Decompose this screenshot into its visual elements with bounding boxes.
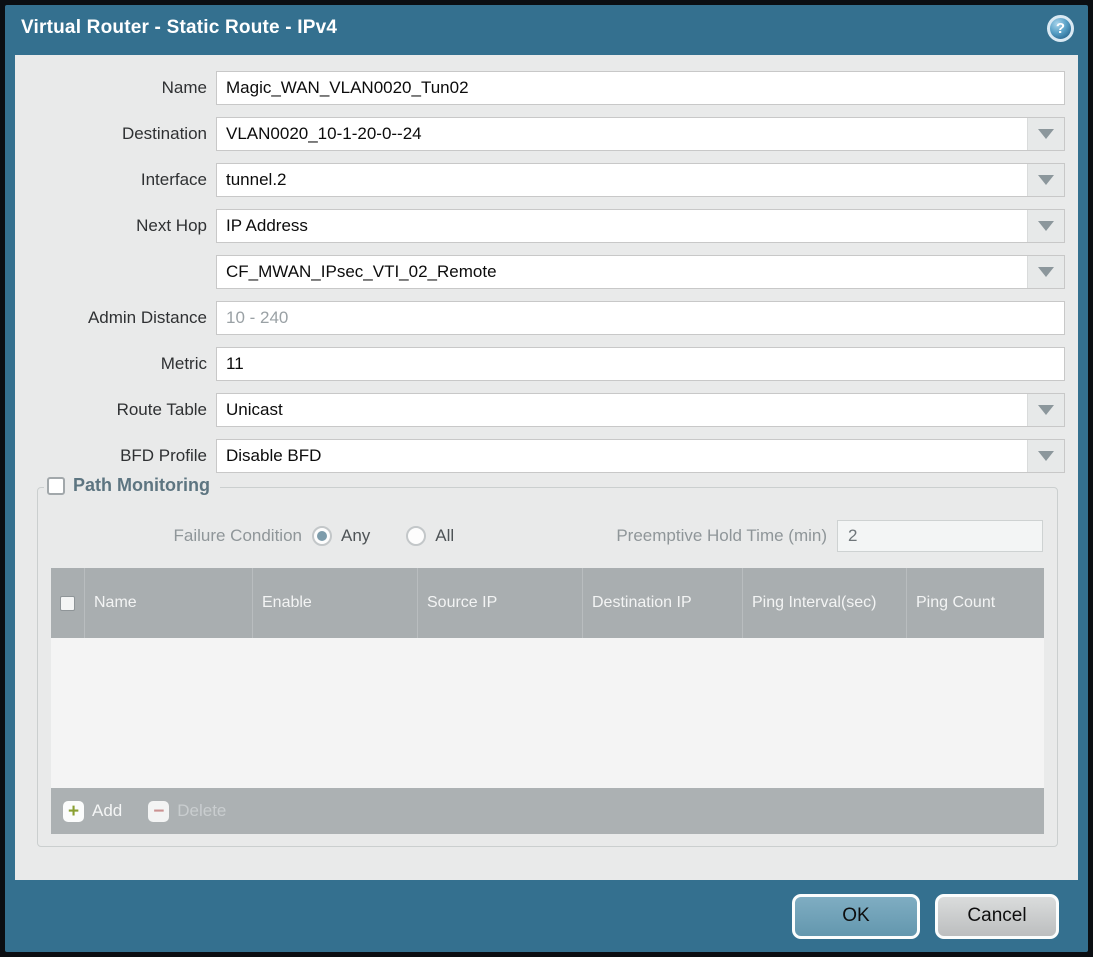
add-plus-icon: + (63, 801, 84, 822)
delete-button[interactable]: − Delete (148, 801, 226, 822)
column-header-source-ip: Source IP (418, 568, 583, 638)
radio-all-label: All (435, 526, 454, 546)
metric-input[interactable] (217, 348, 1064, 380)
metric-label: Metric (15, 354, 216, 374)
radio-option-all: All (406, 526, 454, 546)
admin-distance-input[interactable] (217, 302, 1064, 334)
next-hop-label: Next Hop (15, 216, 216, 236)
chevron-down-icon (1038, 221, 1054, 231)
table-header-row: Name Enable Source IP Destination IP Pin… (51, 568, 1044, 638)
help-icon[interactable]: ? (1047, 15, 1074, 42)
select-all-column (51, 568, 85, 638)
column-header-name: Name (85, 568, 253, 638)
destination-input[interactable] (217, 118, 1027, 150)
chevron-down-icon (1038, 405, 1054, 415)
next-hop-type-dropdown-button[interactable] (1027, 210, 1064, 242)
preemptive-hold-time-input[interactable] (837, 520, 1043, 552)
form-row-name: Name (15, 71, 1065, 105)
dialog-title: Virtual Router - Static Route - IPv4 (21, 17, 337, 39)
column-header-ping-count: Ping Count (907, 568, 1044, 638)
column-header-destination-ip: Destination IP (583, 568, 743, 638)
form-row-admin-distance: Admin Distance (15, 301, 1065, 335)
interface-field (216, 163, 1065, 197)
chevron-down-icon (1038, 175, 1054, 185)
form-row-metric: Metric (15, 347, 1065, 381)
interface-dropdown-button[interactable] (1027, 164, 1064, 196)
form-row-interface: Interface (15, 163, 1065, 197)
form-row-next-hop-address (15, 255, 1065, 289)
delete-button-label: Delete (177, 801, 226, 821)
form-row-bfd-profile: BFD Profile (15, 439, 1065, 473)
ok-button[interactable]: OK (792, 894, 920, 939)
dialog-footer: OK Cancel (5, 880, 1088, 952)
path-monitoring-title: Path Monitoring (73, 475, 210, 496)
path-monitoring-section: Path Monitoring Failure Condition Any Al… (37, 487, 1058, 847)
name-input[interactable] (217, 72, 1064, 104)
dialog-titlebar: Virtual Router - Static Route - IPv4 ? (5, 5, 1088, 51)
route-table-field (216, 393, 1065, 427)
cancel-button[interactable]: Cancel (935, 894, 1059, 939)
next-hop-type-input[interactable] (217, 210, 1027, 242)
path-monitoring-table: Name Enable Source IP Destination IP Pin… (51, 568, 1044, 834)
route-table-label: Route Table (15, 400, 216, 420)
bfd-profile-field (216, 439, 1065, 473)
table-toolbar: + Add − Delete (51, 788, 1044, 834)
radio-any[interactable] (312, 526, 332, 546)
add-button[interactable]: + Add (63, 801, 122, 822)
dialog-body-panel: Name Destination Interface (15, 55, 1078, 880)
static-route-dialog: Virtual Router - Static Route - IPv4 ? N… (5, 5, 1088, 952)
table-body-empty (51, 638, 1044, 788)
preemptive-hold-time-label: Preemptive Hold Time (min) (616, 526, 837, 546)
next-hop-address-input[interactable] (217, 256, 1027, 288)
radio-option-any: Any (312, 526, 370, 546)
route-table-dropdown-button[interactable] (1027, 394, 1064, 426)
form-row-route-table: Route Table (15, 393, 1065, 427)
bfd-profile-label: BFD Profile (15, 446, 216, 466)
admin-distance-field (216, 301, 1065, 335)
chevron-down-icon (1038, 129, 1054, 139)
bfd-profile-input[interactable] (217, 440, 1027, 472)
chevron-down-icon (1038, 451, 1054, 461)
radio-dot (411, 531, 421, 541)
column-header-ping-interval: Ping Interval(sec) (743, 568, 907, 638)
route-table-input[interactable] (217, 394, 1027, 426)
form-row-destination: Destination (15, 117, 1065, 151)
next-hop-address-dropdown-button[interactable] (1027, 256, 1064, 288)
add-button-label: Add (92, 801, 122, 821)
path-monitoring-checkbox[interactable] (47, 477, 65, 495)
form-row-next-hop: Next Hop (15, 209, 1065, 243)
name-label: Name (15, 78, 216, 98)
interface-label: Interface (15, 170, 216, 190)
destination-dropdown-button[interactable] (1027, 118, 1064, 150)
destination-field (216, 117, 1065, 151)
destination-label: Destination (15, 124, 216, 144)
next-hop-type-field (216, 209, 1065, 243)
screenshot-frame: Virtual Router - Static Route - IPv4 ? N… (0, 0, 1093, 957)
delete-minus-icon: − (148, 801, 169, 822)
admin-distance-label: Admin Distance (15, 308, 216, 328)
metric-field (216, 347, 1065, 381)
failure-condition-row: Failure Condition Any All Preemptive Hol… (50, 520, 1043, 552)
failure-condition-label: Failure Condition (50, 526, 312, 546)
path-monitoring-legend: Path Monitoring (44, 475, 220, 496)
select-all-checkbox[interactable] (60, 596, 75, 611)
name-field (216, 71, 1065, 105)
column-header-enable: Enable (253, 568, 418, 638)
radio-all[interactable] (406, 526, 426, 546)
next-hop-address-field (216, 255, 1065, 289)
radio-dot (317, 531, 327, 541)
bfd-profile-dropdown-button[interactable] (1027, 440, 1064, 472)
chevron-down-icon (1038, 267, 1054, 277)
interface-input[interactable] (217, 164, 1027, 196)
radio-any-label: Any (341, 526, 370, 546)
